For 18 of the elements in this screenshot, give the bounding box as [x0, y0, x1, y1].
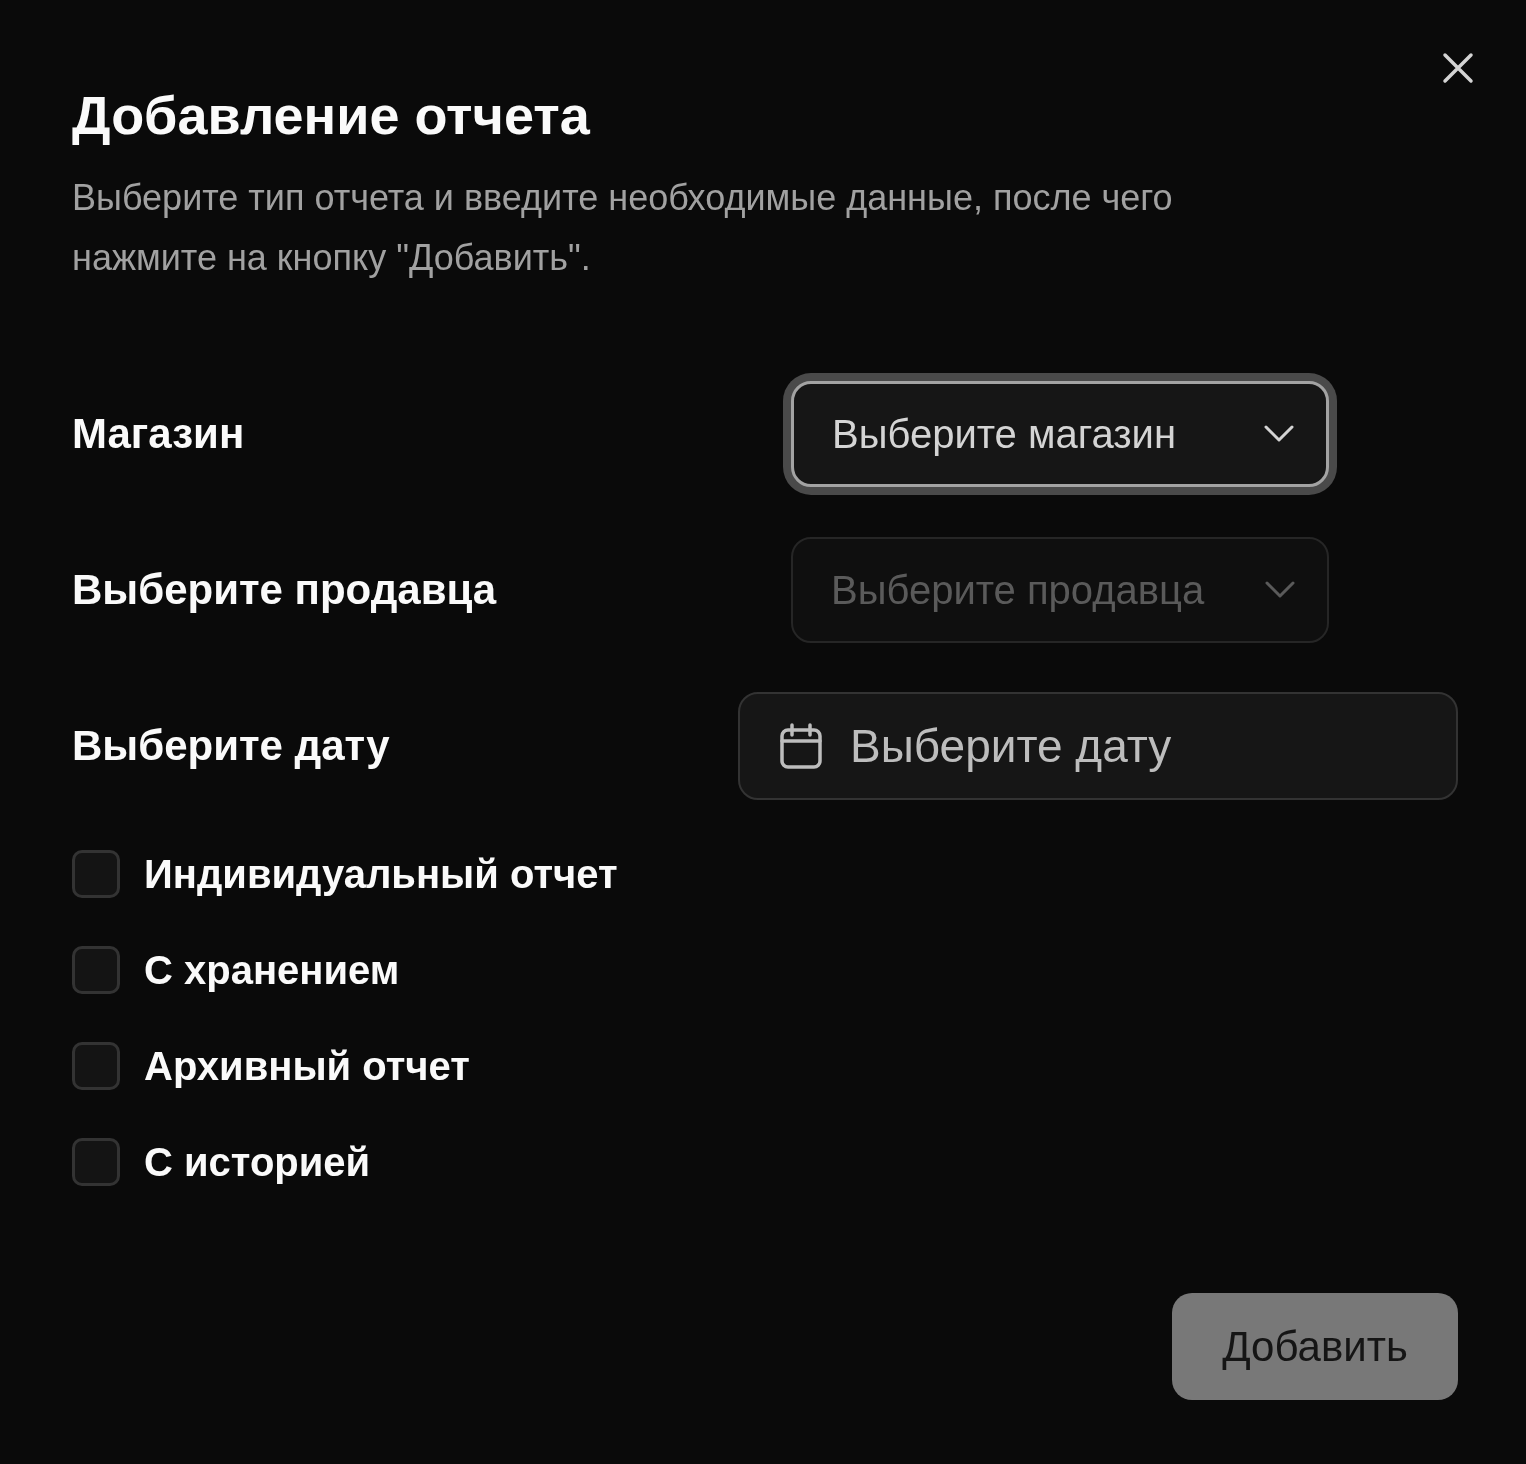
- chevron-down-icon: [1264, 425, 1294, 443]
- date-field[interactable]: Выберите дату: [738, 692, 1458, 800]
- calendar-icon: [780, 723, 822, 769]
- field-label: Магазин: [72, 410, 245, 458]
- field-label: Выберите дату: [72, 722, 390, 770]
- checkbox-label: Индивидуальный отчет: [144, 851, 618, 897]
- checkbox-label: С историей: [144, 1139, 371, 1185]
- checkbox-label: Архивный отчет: [144, 1043, 470, 1089]
- field-label: Выберите продавца: [72, 566, 497, 614]
- checkbox[interactable]: [72, 850, 120, 898]
- checkbox[interactable]: [72, 946, 120, 994]
- dialog-description: Выберите тип отчета и введите необходимые данные, после чего нажмите на кнопку "Добавить".: [72, 176, 1174, 280]
- dialog-title: Добавление отчета: [72, 84, 591, 147]
- close-icon[interactable]: [1442, 52, 1474, 84]
- checkbox[interactable]: [72, 1138, 120, 1186]
- checkbox[interactable]: [72, 1042, 120, 1090]
- checkbox-label: С хранением: [144, 947, 400, 993]
- chevron-down-icon: [1265, 581, 1295, 599]
